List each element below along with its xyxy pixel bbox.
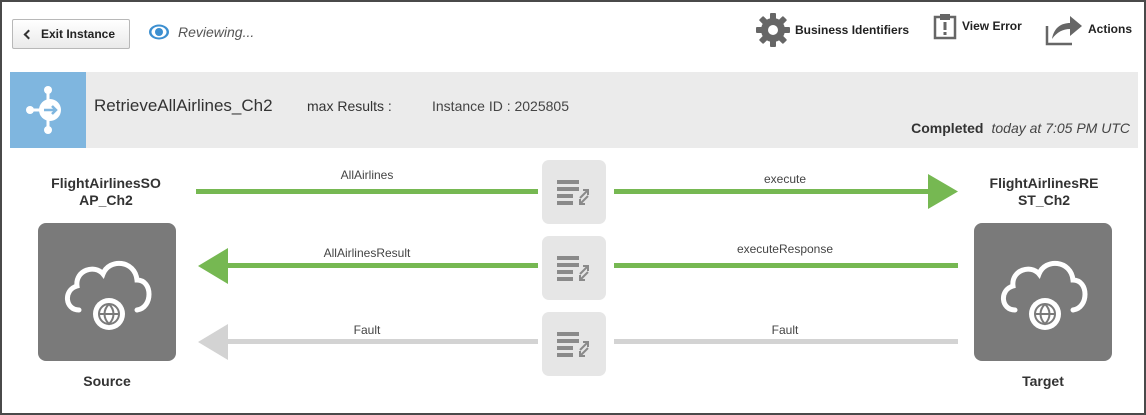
cloud-connection-icon xyxy=(1001,261,1088,330)
integration-instance-view: Exit Instance Reviewing... Business Iden… xyxy=(0,0,1146,415)
message-label-fault-right: Fault xyxy=(771,323,799,337)
mapper-icon xyxy=(557,180,589,205)
arrow-line-execute xyxy=(614,189,932,194)
source-endpoint[interactable] xyxy=(38,223,176,361)
message-label-allairlines: AllAirlines xyxy=(340,168,394,182)
target-endpoint[interactable] xyxy=(974,223,1112,361)
arrow-line-fault-right xyxy=(614,339,958,344)
arrow-line-allairlines xyxy=(196,189,538,194)
mapper-step-response[interactable] xyxy=(542,236,606,300)
arrow-line-executeresponse xyxy=(614,263,958,268)
source-role-label: Source xyxy=(83,373,131,389)
message-label-executeresponse: executeResponse xyxy=(736,242,834,256)
mapper-step-request[interactable] xyxy=(542,160,606,224)
arrow-head-fault xyxy=(198,324,228,360)
mapper-icon xyxy=(557,256,589,281)
arrow-line-allairlinesresult xyxy=(224,263,538,268)
message-label-execute: execute xyxy=(763,172,807,186)
source-endpoint-name: FlightAirlinesSO AP_Ch2 xyxy=(51,175,161,208)
mapper-icon xyxy=(557,332,589,357)
cloud-connection-icon xyxy=(65,261,152,330)
arrow-head-execute xyxy=(928,174,958,209)
message-label-fault-left: Fault xyxy=(353,323,381,337)
message-label-allairlinesresult: AllAirlinesResult xyxy=(323,246,411,260)
arrow-line-fault-left xyxy=(224,339,538,344)
arrow-head-allairlinesresult xyxy=(198,248,228,284)
target-role-label: Target xyxy=(1022,373,1064,389)
mapper-step-fault[interactable] xyxy=(542,312,606,376)
target-endpoint-name: FlightAirlinesRE ST_Ch2 xyxy=(989,175,1099,208)
